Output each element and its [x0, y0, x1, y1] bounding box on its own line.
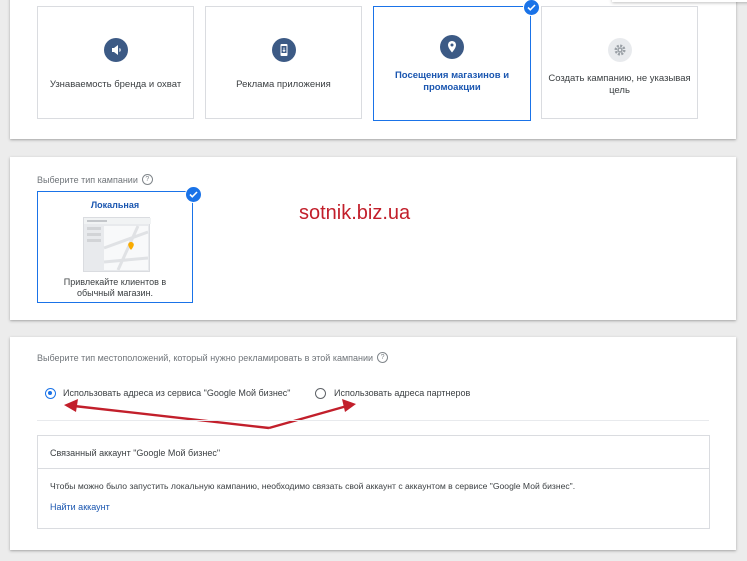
goal-label: Создать кампанию, не указывая цель: [548, 73, 691, 96]
linked-account-message: Чтобы можно было запустить локальную кам…: [50, 481, 576, 491]
phone-icon: [271, 38, 296, 62]
goal-brand-awareness[interactable]: Узнаваемость бренда и охват: [37, 6, 194, 119]
divider: [37, 420, 709, 421]
check-icon: [185, 186, 202, 203]
campaign-type-label: Выберите тип кампании?: [37, 174, 153, 185]
goal-no-goal[interactable]: Создать кампанию, не указывая цель: [541, 6, 698, 119]
campaign-type-title: Локальная: [90, 200, 140, 210]
linked-account-title: Связанный аккаунт "Google Мой бизнес": [50, 448, 221, 458]
check-icon: [523, 0, 540, 16]
goal-label: Узнаваемость бренда и охват: [49, 79, 182, 90]
find-account-link[interactable]: Найти аккаунт: [50, 502, 110, 512]
popup-edge: [612, 0, 747, 2]
goal-card: Узнаваемость бренда и охват Реклама прил…: [10, 0, 736, 139]
location-type-card: Выберите тип местоположений, который нуж…: [10, 337, 736, 550]
goal-label: Реклама приложения: [236, 79, 331, 90]
goal-app-promotion[interactable]: Реклама приложения: [205, 6, 362, 119]
help-icon[interactable]: ?: [141, 174, 153, 185]
watermark: sotnik.biz.ua: [299, 202, 411, 224]
campaign-type-local[interactable]: Локальная Привлекайте клиентов в обычный…: [37, 186, 202, 303]
gear-icon: [607, 38, 632, 62]
campaign-type-card: Выберите тип кампании? Локальная Привлек…: [10, 157, 736, 320]
local-campaign-illustration: [83, 217, 151, 272]
goal-label: Посещения магазинов и промоакции: [394, 70, 510, 93]
megaphone-icon: [103, 38, 128, 62]
location-pin-icon: [440, 35, 464, 59]
linked-account-divider: [38, 468, 709, 469]
campaign-type-description: Привлекайте клиентов в обычный магазин.: [63, 277, 167, 298]
goal-store-visits[interactable]: Посещения магазинов и промоакции: [373, 0, 540, 121]
linked-account-panel: Связанный аккаунт "Google Мой бизнес" Чт…: [37, 435, 710, 529]
